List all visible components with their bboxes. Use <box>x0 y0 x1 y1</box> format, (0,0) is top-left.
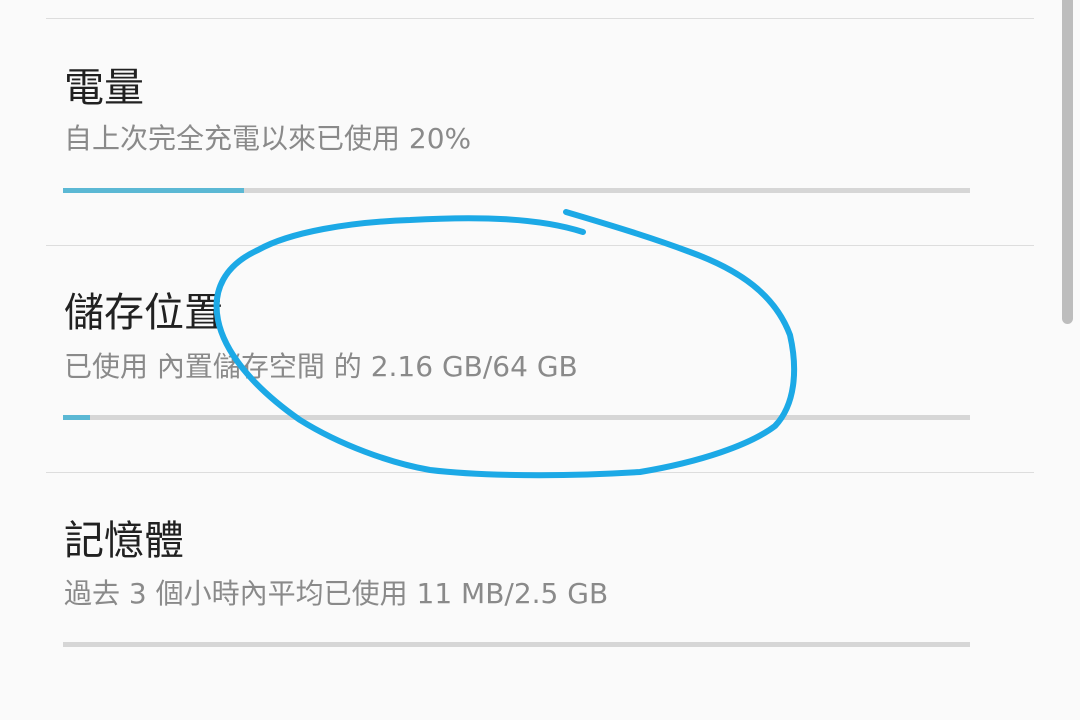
settings-item-title: 電量 <box>64 65 144 111</box>
battery-usage-bar <box>63 188 970 193</box>
scrollbar-thumb[interactable] <box>1062 0 1073 324</box>
storage-usage-bar <box>63 415 970 420</box>
memory-usage-bar <box>63 642 970 647</box>
settings-item-title: 儲存位置 <box>64 290 224 336</box>
settings-item-summary: 過去 3 個小時內平均已使用 11 MB/2.5 GB <box>64 577 609 610</box>
settings-item-summary: 自上次完全充電以來已使用 20% <box>64 122 472 155</box>
settings-item-storage[interactable]: 儲存位置 已使用 內置儲存空間 的 2.16 GB/64 GB <box>0 246 1034 472</box>
settings-item-battery[interactable]: 電量 自上次完全充電以來已使用 20% <box>0 19 1034 245</box>
battery-usage-fill <box>63 188 245 193</box>
settings-item-summary: 已使用 內置儲存空間 的 2.16 GB/64 GB <box>64 350 578 383</box>
settings-item-title: 記憶體 <box>64 518 184 564</box>
settings-item-memory[interactable]: 記憶體 過去 3 個小時內平均已使用 11 MB/2.5 GB <box>0 473 1034 699</box>
storage-usage-fill <box>63 415 91 420</box>
